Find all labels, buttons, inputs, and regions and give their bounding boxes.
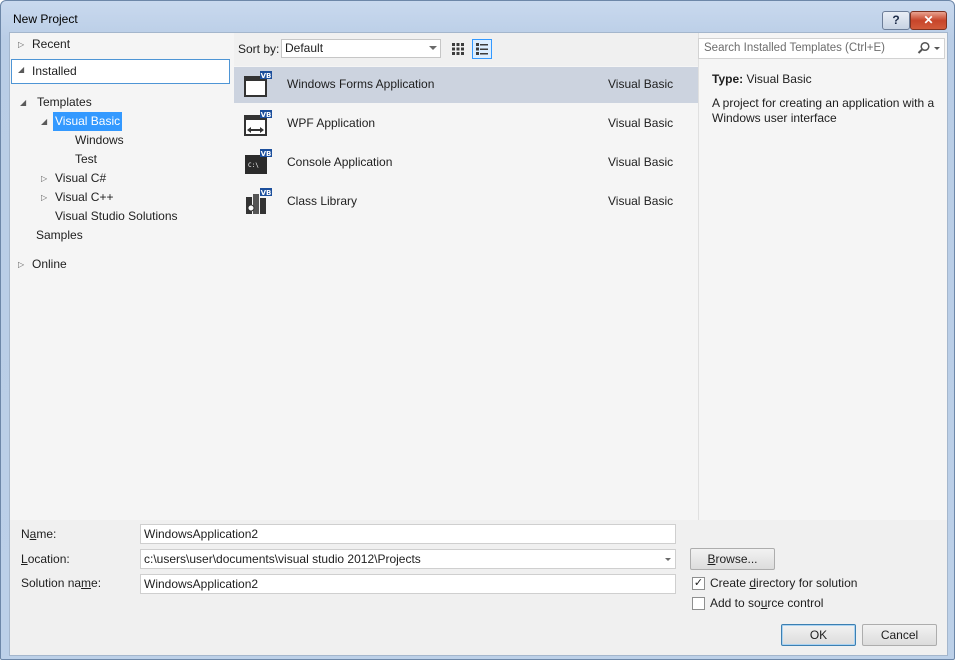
- windows-forms-icon: VB: [244, 71, 272, 97]
- small-icons-view-button[interactable]: [448, 39, 468, 59]
- console-icon: C:\ VB: [245, 149, 272, 174]
- list-view-icon: [476, 43, 488, 55]
- cancel-button[interactable]: Cancel: [862, 624, 937, 646]
- name-label: Name:: [21, 527, 57, 541]
- template-name: WPF Application: [287, 116, 376, 130]
- tree-label-online: Online: [32, 257, 67, 271]
- sort-toolbar: Sort by: Default: [234, 33, 698, 66]
- tree-item-visual-basic[interactable]: ◢ Visual Basic: [41, 112, 131, 131]
- location-label: Location:: [21, 552, 70, 566]
- svg-text:VB: VB: [261, 72, 272, 80]
- create-directory-label: Create directory for solution: [710, 576, 858, 590]
- location-combo[interactable]: c:\users\user\documents\visual studio 20…: [140, 549, 676, 569]
- help-button[interactable]: ?: [882, 11, 910, 30]
- checkmark-icon: ✓: [693, 577, 704, 589]
- close-button[interactable]: ✕: [910, 11, 947, 30]
- new-project-dialog: New Project ? ✕ ▷ Recent ◢ Installed ◢ T…: [0, 0, 955, 660]
- window-title: New Project: [13, 12, 78, 26]
- svg-text:VB: VB: [261, 111, 272, 119]
- tree-label-visual-csharp: Visual C#: [55, 171, 107, 185]
- location-value: c:\users\user\documents\visual studio 20…: [144, 552, 421, 566]
- sort-label: Sort by:: [238, 42, 280, 56]
- template-row-class-library[interactable]: VB Class Library Visual Basic: [234, 184, 698, 220]
- sort-dropdown[interactable]: Default: [281, 39, 441, 58]
- description-type: Type: Visual Basic: [712, 72, 812, 86]
- collapsed-arrow-icon[interactable]: ▷: [41, 188, 47, 207]
- search-placeholder: Search Installed Templates (Ctrl+E): [704, 42, 885, 54]
- svg-text:C:\: C:\: [248, 162, 259, 169]
- tree-item-vs-solutions[interactable]: Visual Studio Solutions: [55, 207, 178, 226]
- sort-value: Default: [285, 41, 324, 55]
- template-language: Visual Basic: [608, 155, 674, 169]
- tree-item-windows[interactable]: Windows: [75, 131, 124, 150]
- chevron-down-icon[interactable]: [934, 47, 940, 50]
- expanded-arrow-icon[interactable]: ◢: [41, 112, 47, 131]
- tree-label-installed: Installed: [32, 64, 77, 78]
- tree-label-visual-cpp: Visual C++: [55, 190, 114, 204]
- template-name: Console Application: [287, 155, 393, 169]
- description-text: A project for creating an application wi…: [712, 96, 935, 125]
- expanded-arrow-icon[interactable]: ◢: [20, 93, 26, 112]
- collapsed-arrow-icon[interactable]: ▷: [41, 169, 47, 188]
- tree-label-visual-basic: Visual Basic: [53, 112, 123, 131]
- chevron-down-icon[interactable]: [665, 558, 671, 561]
- tree-item-samples[interactable]: Samples: [36, 226, 83, 245]
- template-row-windows-forms[interactable]: VB Windows Forms Application Visual Basi…: [234, 67, 698, 103]
- search-input[interactable]: Search Installed Templates (Ctrl+E): [698, 38, 945, 59]
- add-source-control-label: Add to source control: [710, 596, 824, 610]
- type-label: Type:: [712, 72, 744, 86]
- collapsed-arrow-icon[interactable]: ▷: [18, 255, 24, 274]
- collapsed-arrow-icon[interactable]: ▷: [18, 35, 24, 54]
- template-language: Visual Basic: [608, 116, 674, 130]
- add-source-control-checkbox[interactable]: [692, 597, 705, 610]
- browse-button[interactable]: Browse...: [690, 548, 775, 570]
- template-row-wpf[interactable]: VB WPF Application Visual Basic: [234, 106, 698, 142]
- grid-view-icon: [452, 43, 464, 55]
- wpf-icon: VB: [244, 110, 272, 136]
- svg-text:VB: VB: [261, 150, 272, 158]
- type-value: Visual Basic: [746, 72, 812, 86]
- tree-label-recent: Recent: [32, 37, 71, 51]
- chevron-down-icon: [429, 46, 437, 50]
- medium-icons-view-button[interactable]: [472, 39, 492, 59]
- create-directory-checkbox[interactable]: ✓: [692, 577, 705, 590]
- template-language: Visual Basic: [608, 194, 674, 208]
- expanded-arrow-icon[interactable]: ◢: [18, 65, 24, 74]
- template-name: Windows Forms Application: [287, 77, 435, 91]
- solution-name-label: Solution name:: [21, 576, 102, 590]
- class-library-icon: VB: [246, 188, 272, 214]
- template-language: Visual Basic: [608, 77, 674, 91]
- tree-item-test[interactable]: Test: [75, 150, 97, 169]
- template-row-console[interactable]: C:\ VB Console Application Visual Basic: [234, 145, 698, 181]
- tree-item-installed[interactable]: ◢ Installed: [11, 59, 230, 84]
- dialog-client-area: ▷ Recent ◢ Installed ◢ Templates ◢ Visua…: [9, 32, 948, 656]
- name-field[interactable]: WindowsApplication2: [140, 524, 676, 544]
- template-name: Class Library: [287, 194, 358, 208]
- svg-text:VB: VB: [261, 189, 272, 197]
- ok-button[interactable]: OK: [781, 624, 856, 646]
- tree-label-templates: Templates: [37, 95, 92, 109]
- solution-name-field[interactable]: WindowsApplication2: [140, 574, 676, 594]
- search-icon[interactable]: [917, 41, 931, 55]
